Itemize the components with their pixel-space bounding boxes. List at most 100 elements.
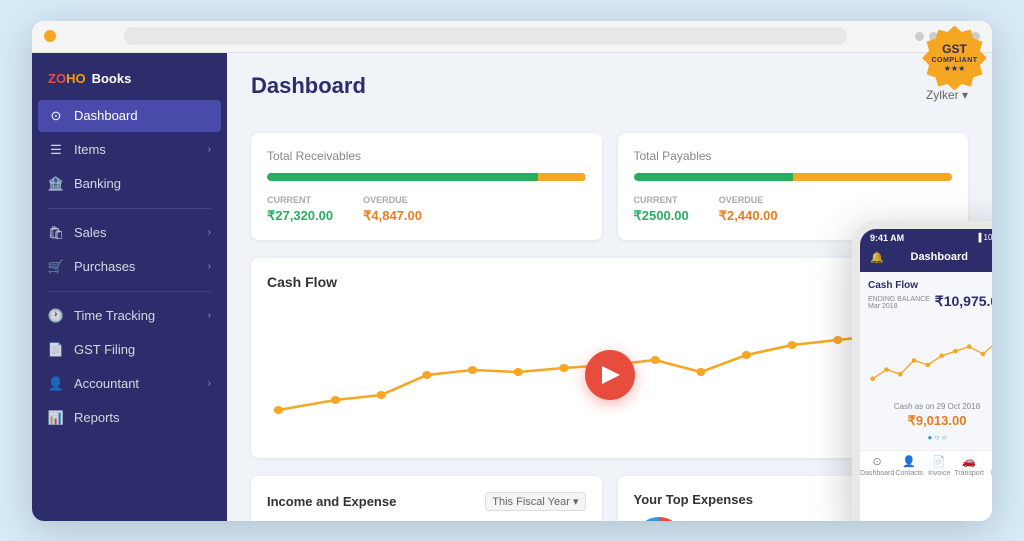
window-dot-yellow[interactable]	[44, 30, 56, 42]
phone-tab-dashboard[interactable]: ⊙ Dashboard	[860, 455, 894, 477]
url-bar[interactable]	[124, 27, 847, 45]
receivables-progress	[267, 173, 586, 181]
chart-dot	[468, 366, 477, 374]
sidebar-item-timetracking[interactable]: 🕐 Time Tracking ›	[32, 300, 227, 332]
app-window: ZOHO Books ⊙ Dashboard ☰ Items › 🏦	[32, 21, 992, 521]
phone-tab-label: Invoice	[928, 470, 950, 477]
banking-icon: 🏦	[48, 176, 64, 192]
phone-dot	[912, 358, 917, 363]
phone-dot	[884, 367, 889, 372]
sidebar-nav: ⊙ Dashboard ☰ Items › 🏦 Banking 🛍	[32, 100, 227, 434]
receivables-bar-green	[267, 173, 538, 181]
payables-bar-yellow	[793, 173, 952, 181]
chart-dot	[331, 396, 340, 404]
receivables-card: Total Receivables CURRENT ₹27,320.00 OVE…	[251, 133, 602, 240]
chart-dot	[742, 351, 751, 359]
phone-tab-label: Transport	[954, 470, 984, 477]
sidebar-item-label: Time Tracking	[74, 308, 155, 323]
receivables-title: Total Receivables	[267, 149, 586, 163]
gst-stars: ★★★	[944, 64, 966, 73]
timetracking-icon: 🕐	[48, 308, 64, 324]
phone-chart-svg	[868, 316, 992, 391]
phone-dot	[981, 351, 986, 356]
payables-values: CURRENT ₹2500.00 OVERDUE ₹2,440.00	[634, 195, 953, 224]
gst-text-line1: GST	[942, 43, 967, 56]
sidebar-item-label: Items	[74, 142, 106, 157]
sidebar-item-label: Banking	[74, 176, 121, 191]
sidebar-item-label: GST Filing	[74, 342, 135, 357]
user-label: Zylker ▾	[926, 88, 968, 102]
phone-bottom-amount: ₹9,013.00	[868, 413, 992, 429]
payables-progress	[634, 173, 953, 181]
sidebar-item-label: Reports	[74, 410, 120, 425]
sidebar-item-sales[interactable]: 🛍 Sales ›	[32, 217, 227, 249]
payables-overdue: OVERDUE ₹2,440.00	[719, 195, 778, 224]
sidebar-item-accountant[interactable]: 👤 Accountant ›	[32, 368, 227, 400]
receivables-values: CURRENT ₹27,320.00 OVERDUE ₹4,847.00	[267, 195, 586, 224]
income-expense-card: Income and Expense This Fiscal Year ▾	[251, 476, 602, 521]
purchases-icon: 🛒	[48, 259, 64, 275]
phone-header: 🔔 Dashboard ↻	[860, 247, 992, 272]
phone-tab-contacts[interactable]: 👤 Contacts	[894, 455, 924, 477]
timetracking-arrow: ›	[208, 310, 211, 321]
logo-zoho: ZOHO	[48, 71, 86, 86]
receivables-overdue: OVERDUE ₹4,847.00	[363, 195, 422, 224]
sidebar-item-label: Sales	[74, 225, 107, 240]
sidebar-logo: ZOHO Books	[32, 61, 227, 100]
phone-tab-more[interactable]: ⋯ More	[984, 455, 992, 477]
receivables-current: CURRENT ₹27,320.00	[267, 195, 333, 224]
phone-chart	[868, 316, 992, 396]
gst-icon: 📄	[48, 342, 64, 358]
phone-balance-left: ENDING BALANCE Mar 2018	[868, 296, 930, 310]
chart-dot	[559, 364, 568, 372]
receivables-bar-yellow	[538, 173, 586, 181]
phone-body: Cash Flow ENDING BALANCE Mar 2018 ₹10,97…	[860, 272, 992, 450]
payables-overdue-label: OVERDUE	[719, 195, 778, 205]
phone-dot	[967, 344, 972, 349]
sidebar-item-dashboard[interactable]: ⊙ Dashboard	[38, 100, 221, 132]
phone-header-title: Dashboard	[911, 251, 968, 263]
phone-dot	[870, 376, 875, 381]
sidebar-item-reports[interactable]: 📊 Reports	[32, 402, 227, 434]
play-triangle	[602, 366, 620, 384]
phone-tab-label: Contacts	[895, 470, 923, 477]
fiscal-dropdown[interactable]: This Fiscal Year ▾	[485, 492, 585, 511]
accountant-icon: 👤	[48, 376, 64, 392]
sidebar-item-banking[interactable]: 🏦 Banking	[32, 168, 227, 200]
payables-current: CURRENT ₹2500.00	[634, 195, 689, 224]
phone-tab-icon: 👤	[902, 455, 916, 468]
phone-dot	[953, 348, 958, 353]
items-icon: ☰	[48, 142, 64, 158]
phone-bell-icon: 🔔	[870, 251, 884, 264]
chart-dot	[514, 368, 523, 376]
sidebar-item-purchases[interactable]: 🛒 Purchases ›	[32, 251, 227, 283]
play-button[interactable]	[585, 350, 635, 400]
payables-title: Total Payables	[634, 149, 953, 163]
phone-cashflow-title: Cash Flow	[868, 280, 992, 291]
phone-tab-transport[interactable]: 🚗 Transport	[954, 455, 984, 477]
phone-dot	[939, 353, 944, 358]
sidebar-item-gst[interactable]: 📄 GST Filing	[32, 334, 227, 366]
phone-balance-row: ENDING BALANCE Mar 2018 ₹10,975.00	[868, 293, 992, 310]
phone-dot	[898, 371, 903, 376]
pie-chart	[634, 517, 684, 521]
top-expenses-title: Your Top Expenses	[634, 492, 753, 507]
payables-overdue-amount: ₹2,440.00	[719, 208, 778, 224]
items-arrow: ›	[208, 144, 211, 155]
logo-books: Books	[92, 71, 132, 86]
reports-icon: 📊	[48, 410, 64, 426]
chart-dot	[696, 368, 705, 376]
chart-dot	[422, 371, 431, 379]
page-title: Dashboard	[251, 73, 366, 99]
title-bar-circle-1	[915, 32, 924, 41]
phone-tab-icon: ⊙	[873, 455, 882, 468]
chart-dot	[274, 406, 283, 414]
payables-current-amount: ₹2500.00	[634, 208, 689, 224]
phone-tab-invoice[interactable]: 📄 Invoice	[924, 455, 954, 477]
sales-icon: 🛍	[48, 225, 64, 241]
sidebar-item-items[interactable]: ☰ Items ›	[32, 134, 227, 166]
phone-tab-icon: 🚗	[962, 455, 976, 468]
phone-time: 9:41 AM	[870, 233, 904, 243]
dashboard-icon: ⊙	[48, 108, 64, 124]
phone-line	[873, 342, 992, 379]
